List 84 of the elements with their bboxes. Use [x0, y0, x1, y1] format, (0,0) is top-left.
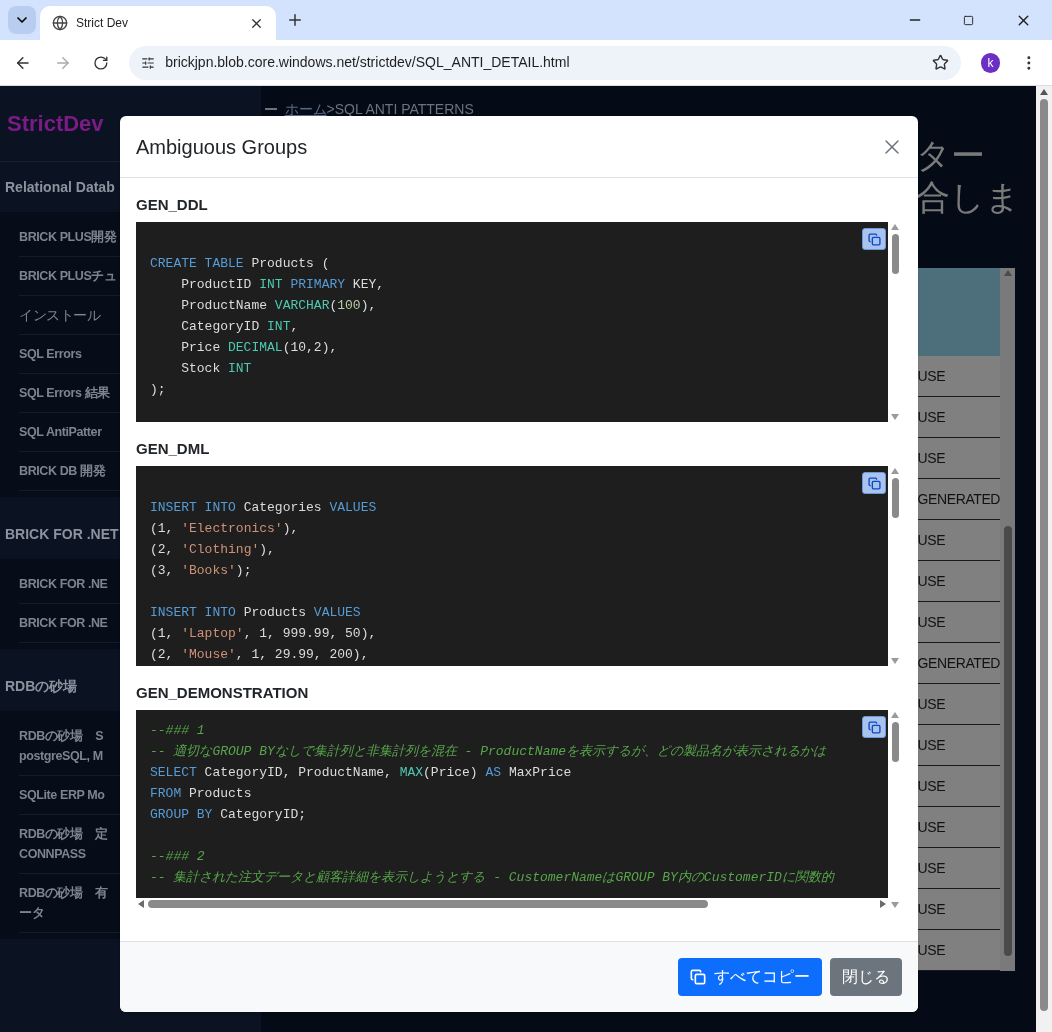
new-tab-icon[interactable] [286, 11, 304, 29]
scroll-left-icon[interactable] [138, 900, 144, 908]
profile-avatar[interactable]: k [980, 52, 1001, 73]
code-line: Price DECIMAL(10,2), [180, 339, 339, 357]
copy-button[interactable] [862, 228, 886, 250]
code-line: Stock INT [180, 360, 253, 378]
page-scrollbar[interactable] [1036, 86, 1052, 1032]
code-line: FROM Products [150, 785, 253, 803]
table-cell-text: USE [917, 776, 946, 796]
scroll-up-icon[interactable] [891, 468, 899, 474]
copy-button[interactable] [862, 472, 886, 494]
bookmark-icon [931, 54, 949, 71]
site-info-icon [141, 55, 156, 70]
copy-icon [690, 969, 706, 985]
sidebar-section-title[interactable]: RDBの砂場 [5, 675, 78, 697]
code-line: ProductName VARCHAR(100), [180, 297, 378, 315]
scrollbar-thumb[interactable] [891, 234, 899, 274]
code-line: -- 集計された注文データと顧客詳細を表示しようとする - CustomerNameはGROUP BY内のCustomerIDに関数的 [150, 869, 836, 887]
browser-tab[interactable]: Strict Dev [40, 6, 276, 40]
breadcrumb-text: >SQL ANTI PATTERNS [326, 99, 474, 119]
table-cell-text: USE [917, 694, 946, 714]
scroll-right-icon[interactable] [880, 900, 886, 908]
sidebar-section-title[interactable]: BRICK FOR .NET [5, 523, 119, 545]
scroll-down-icon[interactable] [891, 414, 899, 420]
code-line: (1, 'Electronics'), [150, 520, 300, 538]
table-cell-text: USE [917, 735, 946, 755]
section-label: GEN_DEMONSTRATION [136, 684, 310, 702]
reload-icon[interactable] [93, 54, 110, 71]
scrollbar-thumb[interactable] [1040, 99, 1049, 1011]
table-cell-text: GENERATED [917, 489, 1001, 509]
tab-title: Strict Dev [76, 15, 129, 32]
table-cell-text: USE [917, 530, 946, 550]
code-line: --### 1 [150, 722, 206, 740]
table-cell-text: USE [917, 858, 946, 878]
scrollbar-thumb[interactable] [1003, 526, 1012, 956]
scrollbar-thumb[interactable] [891, 478, 899, 518]
scroll-down-icon[interactable] [891, 658, 899, 664]
sidebar-section-title[interactable]: Relational Datab [5, 176, 115, 198]
section-label: GEN_DML [136, 440, 211, 458]
code-line: INSERT INTO Products VALUES [150, 604, 362, 622]
code-line: SELECT CategoryID, ProductName, MAX(Price) AS MaxPrice [150, 764, 573, 782]
scrollbar-thumb[interactable] [891, 722, 899, 762]
code-line: CategoryID INT, [180, 318, 300, 336]
url-text: brickjpn.blob.core.windows.net/strictdev/SQL_ANTI_DETAIL.html [165, 53, 571, 72]
copy-all-button[interactable]: すべてコピー [678, 958, 822, 996]
code-line: -- 適切なGROUP BYなしで集計列と非集計列を混在 - ProductNameを表示するが、どの製品名が表示されるかは [150, 743, 828, 761]
copy-icon [867, 476, 881, 490]
copy-button[interactable] [862, 716, 886, 738]
scroll-up-icon[interactable] [1040, 89, 1049, 95]
table-cell-text: USE [917, 899, 946, 919]
code-line: (2, 'Mouse', 1, 29.99, 200), [150, 646, 370, 664]
scroll-up-icon[interactable] [891, 712, 899, 718]
scrollbar-thumb[interactable] [148, 900, 708, 908]
code-line: ProductID INT PRIMARY KEY, [180, 276, 386, 294]
page-title: 合しま [916, 177, 1012, 218]
code-line: CREATE TABLE Products ( [150, 255, 331, 273]
table-cell-text: GENERATED [917, 653, 1001, 673]
code-line: (1, 'Laptop', 1, 999.99, 50), [150, 625, 378, 643]
section-label: GEN_DDL [136, 196, 209, 214]
code-line: --### 2 [150, 848, 206, 866]
table-scrollbar[interactable] [1000, 268, 1016, 971]
scroll-down-icon[interactable] [891, 902, 899, 908]
copy-icon [867, 720, 881, 734]
table-cell-text: USE [917, 817, 946, 837]
address-field[interactable]: brickjpn.blob.core.windows.net/strictdev/SQL_ANTI_DETAIL.html [129, 45, 961, 80]
code-line: (3, 'Books'); [150, 562, 253, 580]
page-title: ター [916, 135, 987, 176]
copy-icon [867, 232, 881, 246]
table-cell-text: USE [917, 612, 946, 632]
code-line: ); [150, 381, 167, 399]
table-cell-text: USE [917, 366, 946, 386]
maximize-icon[interactable] [963, 14, 974, 26]
table-cell-text: USE [917, 407, 946, 427]
code-line: GROUP BY CategoryID; [150, 806, 308, 824]
modal-title: Ambiguous Groups [136, 134, 308, 160]
scroll-up-icon[interactable] [891, 224, 899, 230]
code-line: INSERT INTO Categories VALUES [150, 499, 378, 517]
table-cell-text: USE [917, 940, 946, 960]
table-cell-text: USE [917, 448, 946, 468]
close-dialog-button[interactable]: 閉じる [830, 958, 902, 996]
tab-list-button[interactable] [8, 6, 36, 34]
code-line: (2, 'Clothing'), [150, 541, 276, 559]
globe-icon [52, 15, 68, 31]
table-cell-text: USE [917, 571, 946, 591]
